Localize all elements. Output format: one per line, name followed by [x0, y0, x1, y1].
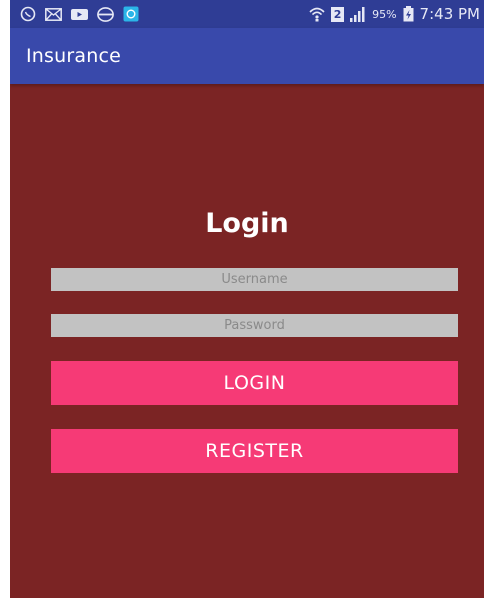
whatsapp-icon	[20, 6, 36, 22]
sim-badge: 2	[331, 6, 345, 22]
app-title: Insurance	[26, 45, 122, 67]
login-heading: Login	[205, 208, 289, 239]
register-button[interactable]: REGISTER	[51, 429, 458, 473]
status-system-icons: 2 95% 7:43 PM	[309, 5, 480, 23]
wifi-icon	[309, 6, 325, 22]
username-input[interactable]	[51, 268, 458, 291]
login-button[interactable]: LOGIN	[51, 361, 458, 405]
app-screen: 2 95% 7:43 PM Insurance Login LOGIN REGI…	[10, 0, 484, 598]
signal-icon	[350, 6, 366, 22]
sim-number: 2	[333, 7, 342, 21]
battery-percent: 95%	[372, 7, 397, 21]
status-notification-icons	[20, 6, 139, 22]
status-bar: 2 95% 7:43 PM	[10, 0, 484, 28]
mail-icon	[45, 6, 62, 22]
browser-icon	[97, 6, 114, 22]
app-bar: Insurance	[10, 28, 484, 84]
app-notification-icon	[123, 6, 139, 22]
video-icon	[71, 6, 88, 22]
battery-charging-icon	[403, 6, 414, 22]
clock: 7:43 PM	[419, 5, 480, 23]
password-input[interactable]	[51, 314, 458, 337]
